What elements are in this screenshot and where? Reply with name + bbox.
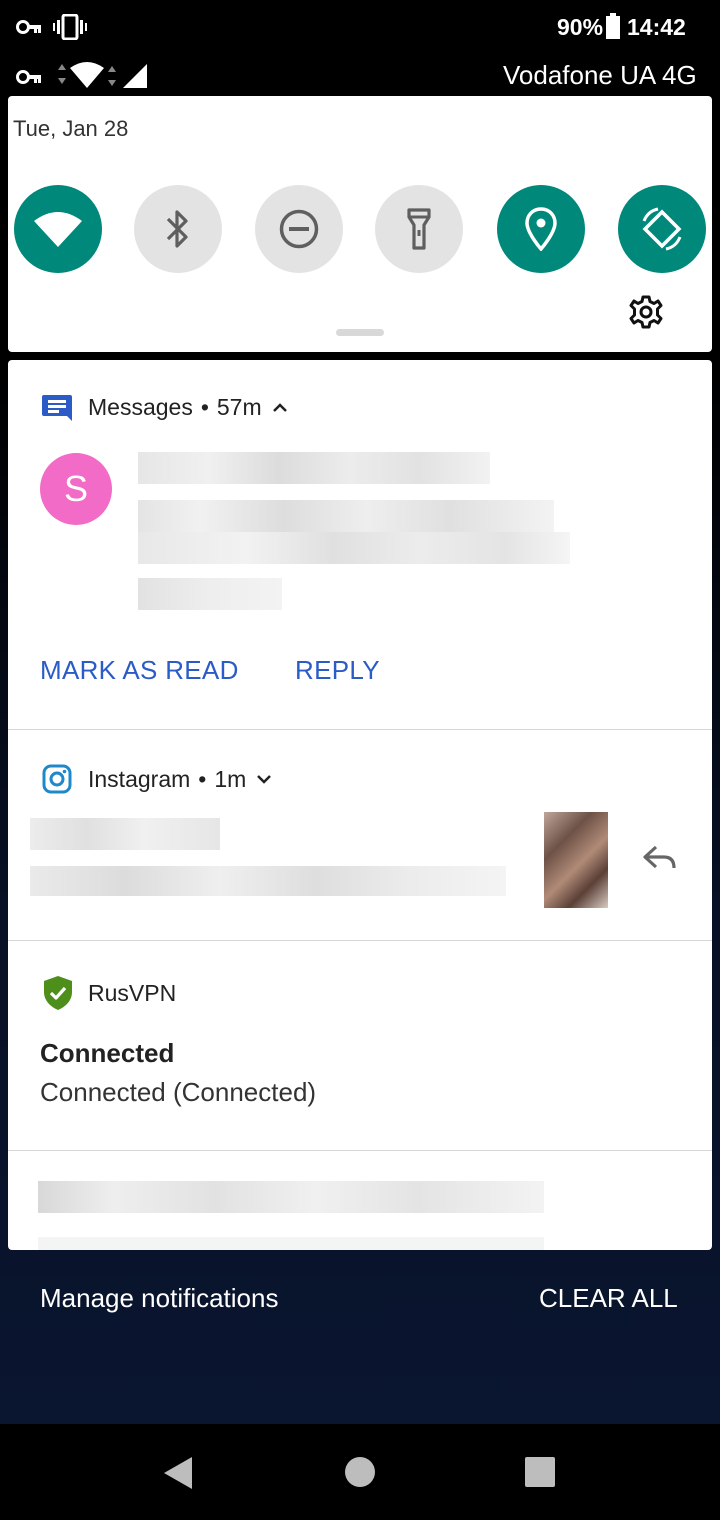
reply-arrow-icon[interactable]: [642, 844, 678, 872]
chevron-down-icon[interactable]: [256, 773, 272, 785]
timestamp: 1m: [214, 765, 247, 792]
shield-check-icon: [44, 976, 72, 1010]
chevron-up-icon[interactable]: [272, 402, 288, 414]
vpn-key-icon: [16, 20, 41, 34]
redacted-message-line: [138, 532, 570, 564]
flashlight-icon: [407, 208, 431, 250]
status-bar: 90% 14:42: [0, 10, 720, 44]
app-name: Messages: [88, 394, 193, 420]
redacted-sender: [138, 452, 490, 484]
notification-redacted[interactable]: [8, 1151, 712, 1250]
app-name: RusVPN: [88, 979, 177, 1006]
tile-auto-rotate[interactable]: [618, 185, 706, 273]
tile-bluetooth[interactable]: [134, 185, 222, 273]
separator-dot: •: [200, 394, 209, 420]
notification-messages[interactable]: Messages • 57m S MARK AS READ REPLY: [8, 360, 712, 729]
bluetooth-icon: [166, 210, 188, 248]
notification-title: Connected: [40, 1038, 175, 1068]
redacted-message-line: [38, 1237, 544, 1250]
mark-as-read-button[interactable]: MARK AS READ: [40, 655, 239, 686]
wifi-icon: [58, 62, 116, 88]
back-icon[interactable]: [162, 1456, 194, 1490]
manage-notifications-button[interactable]: Manage notifications: [40, 1283, 278, 1314]
settings-gear-icon[interactable]: [628, 294, 664, 330]
redacted-message-line: [38, 1181, 544, 1213]
separator-dot: •: [198, 765, 207, 792]
tile-do-not-disturb[interactable]: [255, 185, 343, 273]
tile-wifi[interactable]: [14, 185, 102, 273]
status-bar-secondary: Vodafone UA 4G: [0, 58, 720, 94]
messages-app-icon: [42, 394, 72, 421]
vibrate-icon: [53, 14, 87, 40]
tile-location[interactable]: [497, 185, 585, 273]
redacted-message-line: [30, 866, 506, 896]
home-icon[interactable]: [344, 1456, 376, 1488]
notification-header: Messages • 57m: [42, 394, 288, 421]
instagram-app-icon: [42, 764, 72, 794]
avatar-letter: S: [63, 468, 88, 509]
notification-list: Messages • 57m S MARK AS READ REPLY Inst…: [8, 360, 712, 1250]
date-label: Tue, Jan 28: [13, 116, 129, 141]
notification-header: Instagram • 1m: [42, 764, 272, 794]
timestamp: 57m: [216, 394, 262, 420]
redacted-thumbnail: [544, 812, 608, 908]
auto-rotate-icon: [642, 207, 682, 251]
notification-text: Connected (Connected): [40, 1077, 317, 1107]
do-not-disturb-icon: [279, 209, 319, 249]
wifi-icon: [34, 212, 82, 247]
redacted-message-line: [138, 578, 282, 610]
reply-button[interactable]: REPLY: [295, 655, 380, 686]
cellular-signal-icon: [123, 64, 147, 88]
notification-header: RusVPN: [42, 975, 176, 1011]
avatar: S: [40, 453, 112, 525]
redacted-message-line: [138, 500, 554, 532]
app-name: Instagram: [88, 765, 191, 792]
tile-flashlight[interactable]: [375, 185, 463, 273]
recents-icon[interactable]: [524, 1456, 556, 1488]
notification-instagram[interactable]: Instagram • 1m: [8, 730, 712, 940]
location-pin-icon: [525, 207, 557, 251]
battery-icon: [606, 13, 620, 39]
clock: 14:42: [627, 14, 686, 40]
clear-all-button[interactable]: CLEAR ALL: [539, 1283, 678, 1314]
carrier-name: Vodafone UA 4G: [503, 60, 697, 90]
battery-percent: 90%: [557, 14, 604, 40]
vpn-key-icon: [16, 70, 41, 84]
redacted-title: [30, 818, 220, 850]
navigation-bar: [0, 1424, 720, 1520]
drag-handle[interactable]: [336, 329, 384, 336]
notification-rusvpn[interactable]: RusVPN Connected Connected (Connected): [8, 941, 712, 1151]
quick-settings-panel: Tue, Jan 28: [8, 96, 712, 352]
